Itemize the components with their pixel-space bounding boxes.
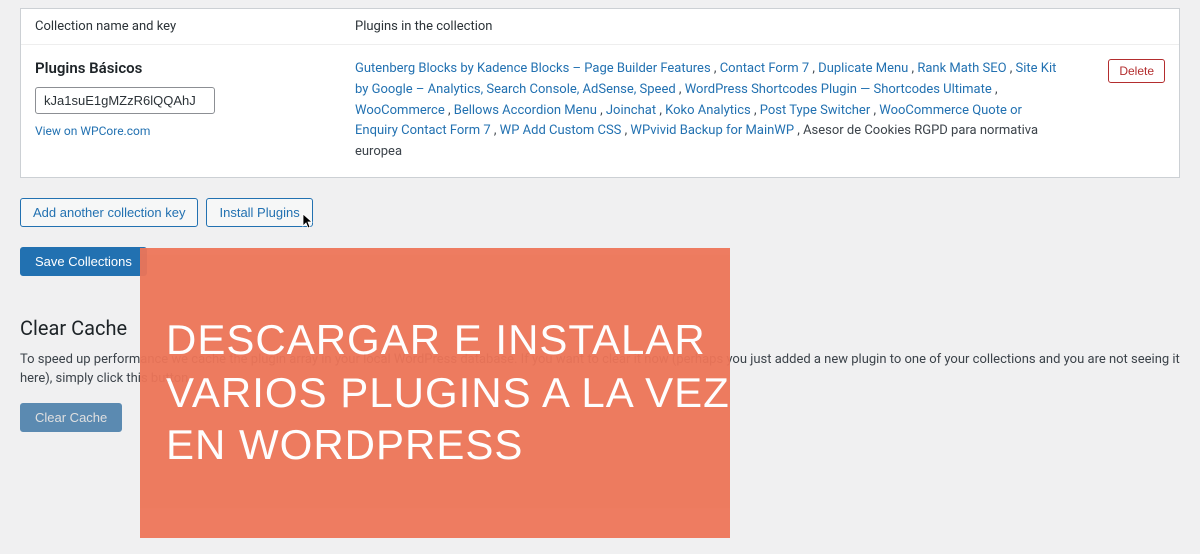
save-collections-button[interactable]: Save Collections xyxy=(20,247,147,276)
plugin-link[interactable]: WPvivid Backup for MainWP xyxy=(630,123,794,138)
install-plugins-button[interactable]: Install Plugins xyxy=(206,198,312,227)
overlay-banner: Descargar e instalar varios plugins a la… xyxy=(140,248,730,538)
panel-body: Plugins Básicos View on WPCore.com Guten… xyxy=(21,45,1179,177)
plugin-link[interactable]: Contact Form 7 xyxy=(720,61,809,76)
plugin-link[interactable]: Duplicate Menu xyxy=(818,61,908,76)
action-buttons-row: Add another collection key Install Plugi… xyxy=(20,198,1180,227)
plugin-link[interactable]: WP Add Custom CSS xyxy=(500,123,622,138)
header-plugins-label: Plugins in the collection xyxy=(355,19,1165,34)
collection-key-input[interactable] xyxy=(35,87,215,114)
plugin-link[interactable]: Rank Math SEO xyxy=(917,61,1006,76)
plugin-link[interactable]: Gutenberg Blocks by Kadence Blocks – Pag… xyxy=(355,61,711,76)
view-wpcore-link[interactable]: View on WPCore.com xyxy=(35,124,150,138)
collection-panel: Collection name and key Plugins in the c… xyxy=(20,8,1180,178)
cursor-icon xyxy=(302,213,316,232)
collection-title: Plugins Básicos xyxy=(35,59,355,77)
panel-header: Collection name and key Plugins in the c… xyxy=(21,9,1179,45)
install-plugins-label: Install Plugins xyxy=(219,205,299,220)
overlay-text: Descargar e instalar varios plugins a la… xyxy=(166,314,730,472)
collection-info: Plugins Básicos View on WPCore.com xyxy=(35,59,355,139)
add-collection-key-button[interactable]: Add another collection key xyxy=(20,198,198,227)
plugin-link[interactable]: WordPress Shortcodes Plugin — Shortcodes… xyxy=(685,82,992,97)
plugin-link[interactable]: Bellows Accordion Menu xyxy=(454,103,597,118)
clear-cache-button[interactable]: Clear Cache xyxy=(20,403,122,432)
plugins-list: Gutenberg Blocks by Kadence Blocks – Pag… xyxy=(355,59,1165,163)
header-collection-label: Collection name and key xyxy=(35,19,355,34)
delete-button[interactable]: Delete xyxy=(1108,59,1165,83)
plugin-link[interactable]: Koko Analytics xyxy=(665,103,751,118)
plugin-link[interactable]: WooCommerce xyxy=(355,103,445,118)
plugin-link[interactable]: Joinchat xyxy=(606,103,656,118)
plugin-link[interactable]: Post Type Switcher xyxy=(760,103,871,118)
